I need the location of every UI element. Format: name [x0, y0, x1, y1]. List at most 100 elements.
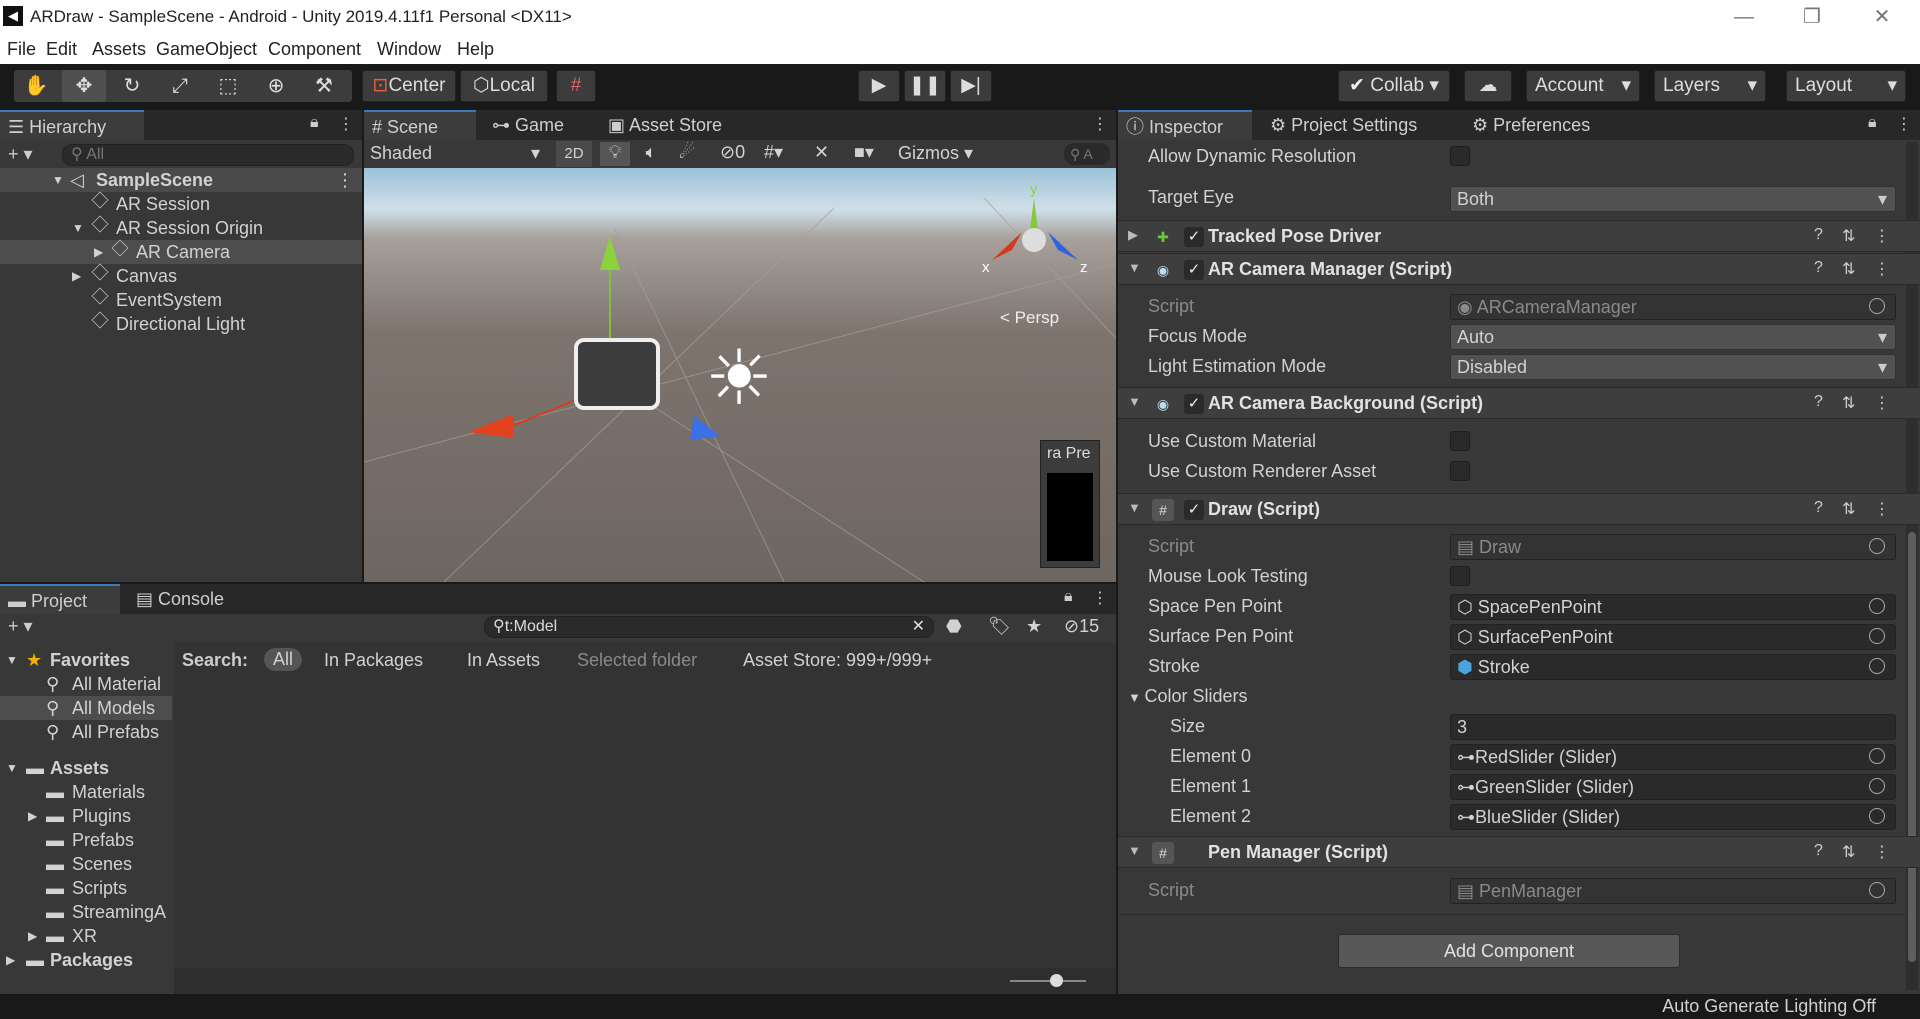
enabled-checkbox[interactable]: ✓ — [1184, 500, 1204, 520]
element-1-field[interactable]: ⊶GreenSlider (Slider) — [1450, 774, 1896, 800]
tab-game[interactable]: ⊶ Game — [484, 110, 588, 140]
preset-icon[interactable]: ⇅ — [1842, 226, 1855, 246]
close-icon[interactable]: ✕ — [1862, 4, 1902, 30]
size-slider[interactable] — [1010, 980, 1086, 982]
component-pen-manager[interactable]: ▼ # Pen Manager (Script) ? ⇅ ⋮ — [1118, 836, 1920, 868]
hierarchy-item[interactable]: ▶ Canvas — [0, 263, 362, 288]
favorites-row[interactable]: ▼ ★ Favorites — [0, 648, 172, 672]
tab-scene[interactable]: # Scene — [364, 110, 476, 140]
help-icon[interactable]: ? — [1814, 259, 1823, 277]
object-picker-icon[interactable] — [1869, 628, 1885, 644]
pivot-local-button[interactable]: ⬡Local — [460, 70, 548, 102]
preset-icon[interactable]: ⇅ — [1842, 499, 1855, 519]
object-picker-icon[interactable] — [1869, 658, 1885, 674]
tab-hierarchy[interactable]: ☰ Hierarchy — [0, 110, 144, 140]
tab-preferences[interactable]: ⚙ Preferences — [1464, 110, 1614, 140]
clear-icon[interactable]: ✕ — [912, 617, 925, 637]
favorite-item[interactable]: ⚲ All Material — [0, 672, 172, 696]
pivot-center-button[interactable]: ⊡Center — [362, 70, 456, 102]
folder-item[interactable]: ▬ Scripts — [0, 876, 172, 900]
context-menu-icon[interactable]: ⋮ — [1874, 226, 1890, 246]
help-icon[interactable]: ? — [1814, 842, 1823, 860]
effects-icon[interactable]: ☄ — [672, 142, 702, 163]
element-0-field[interactable]: ⊶RedSlider (Slider) — [1450, 744, 1896, 770]
lighting-icon[interactable]: 💡︎ — [600, 142, 630, 166]
favorite-item-selected[interactable]: ⚲ All Models — [0, 696, 172, 720]
filter-asset-store[interactable]: Asset Store: 999+/999+ — [743, 650, 932, 671]
color-sliders-foldout[interactable]: ▼ Color Sliders — [1128, 682, 1248, 710]
help-icon[interactable]: ? — [1814, 226, 1823, 244]
element-2-field[interactable]: ⊶BlueSlider (Slider) — [1450, 804, 1896, 830]
favorite-star-icon[interactable]: ★ — [1026, 616, 1042, 637]
object-picker-icon[interactable] — [1869, 748, 1885, 764]
add-component-button[interactable]: Add Component — [1338, 934, 1680, 968]
packages-row[interactable]: ▶ ▬ Packages — [0, 948, 172, 972]
rect-tool-icon[interactable]: ⬚ — [206, 70, 250, 102]
surface-pen-point-field[interactable]: ⬡ SurfacePenPoint — [1450, 624, 1896, 650]
object-picker-icon[interactable] — [1869, 598, 1885, 614]
scene-menu-icon[interactable]: ⋮ — [336, 168, 354, 192]
light-estimation-dropdown[interactable]: Disabled — [1450, 354, 1896, 380]
context-menu-icon[interactable]: ⋮ — [1874, 259, 1890, 279]
scene-search-input[interactable]: ⚲ A — [1064, 143, 1110, 165]
restore-icon[interactable]: ❐ — [1792, 4, 1832, 30]
filter-in-assets[interactable]: In Assets — [467, 650, 540, 671]
rotate-tool-icon[interactable]: ↻ — [110, 70, 154, 102]
filter-label-icon[interactable]: 🏷︎ — [988, 616, 1011, 637]
cloud-icon[interactable]: ☁ — [1464, 70, 1512, 102]
hierarchy-item[interactable]: ▼ AR Session Origin — [0, 215, 362, 240]
lock-icon[interactable]: 🔒︎ — [1868, 114, 1877, 132]
target-eye-dropdown[interactable]: Both — [1450, 186, 1896, 212]
directional-light-icon[interactable]: ☀ — [694, 334, 784, 424]
layout-dropdown[interactable]: Layout ▾ — [1786, 70, 1906, 102]
pause-icon[interactable]: ❚❚ — [904, 70, 946, 102]
tab-inspector[interactable]: ⓘ Inspector — [1118, 110, 1252, 140]
hierarchy-item[interactable]: EventSystem — [0, 287, 362, 312]
hierarchy-item[interactable]: AR Session — [0, 191, 362, 216]
menu-edit[interactable]: Edit — [46, 39, 77, 60]
folder-item[interactable]: ▶ ▬ XR — [0, 924, 172, 948]
camera-gizmo-icon[interactable] — [574, 338, 660, 410]
hierarchy-item-selected[interactable]: ▶ AR Camera — [0, 239, 362, 264]
filter-type-icon[interactable]: ⬣ — [946, 616, 962, 637]
transform-tool-icon[interactable]: ⊕ — [254, 70, 298, 102]
context-menu-icon[interactable]: ⋮ — [1874, 499, 1890, 519]
size-slider-handle[interactable] — [1050, 974, 1063, 987]
move-tool-icon[interactable]: ✥ — [62, 70, 106, 102]
scrollbar-thumb[interactable] — [1908, 532, 1916, 962]
hierarchy-item[interactable]: Directional Light — [0, 311, 362, 336]
account-dropdown[interactable]: Account ▾ — [1526, 70, 1640, 102]
size-input[interactable]: 3 — [1450, 714, 1896, 740]
allow-dynamic-checkbox[interactable] — [1450, 146, 1470, 166]
menu-help[interactable]: Help — [457, 39, 494, 60]
scene-row[interactable]: ▼ ◁ SampleScene ⋮ — [0, 168, 362, 192]
folder-item[interactable]: ▬ Prefabs — [0, 828, 172, 852]
hand-tool-icon[interactable]: ✋ — [14, 70, 58, 102]
hidden-packages-icon[interactable]: ⊘15 — [1064, 616, 1099, 637]
persp-label[interactable]: < Persp — [1000, 308, 1059, 328]
stroke-field[interactable]: ⬢ Stroke — [1450, 654, 1896, 680]
component-tracked-pose-driver[interactable]: ▶ ✚ ✓ Tracked Pose Driver ? ⇅ ⋮ — [1118, 220, 1920, 252]
custom-tool-icon[interactable]: ⚒ — [302, 70, 346, 102]
menu-file[interactable]: File — [7, 39, 36, 60]
layers-dropdown[interactable]: Layers ▾ — [1654, 70, 1766, 102]
grid-toggle-icon[interactable]: #▾ — [764, 142, 783, 163]
favorite-item[interactable]: ⚲ All Prefabs — [0, 720, 172, 744]
folder-item[interactable]: ▬ StreamingA — [0, 900, 172, 924]
tab-asset-store[interactable]: ▣ Asset Store — [600, 110, 740, 140]
use-custom-material-checkbox[interactable] — [1450, 431, 1470, 451]
help-icon[interactable]: ? — [1814, 499, 1823, 517]
folder-item[interactable]: ▬ Materials — [0, 780, 172, 804]
hidden-objects-icon[interactable]: ⊘0 — [720, 142, 745, 163]
menu-component[interactable]: Component — [268, 39, 361, 60]
mouse-look-checkbox[interactable] — [1450, 566, 1470, 586]
minimize-icon[interactable]: — — [1724, 4, 1764, 30]
tools-icon[interactable]: ✕ — [814, 142, 829, 163]
enabled-checkbox[interactable]: ✓ — [1184, 227, 1204, 247]
menu-gameobject[interactable]: GameObject — [156, 39, 257, 60]
more-icon[interactable]: ⋮ — [338, 114, 354, 134]
filter-selected-folder[interactable]: Selected folder — [577, 650, 697, 671]
grid-snap-icon[interactable]: # — [556, 70, 596, 102]
component-draw[interactable]: ▼ # ✓ Draw (Script) ? ⇅ ⋮ — [1118, 493, 1920, 525]
create-dropdown[interactable]: + ▾ — [8, 144, 33, 165]
